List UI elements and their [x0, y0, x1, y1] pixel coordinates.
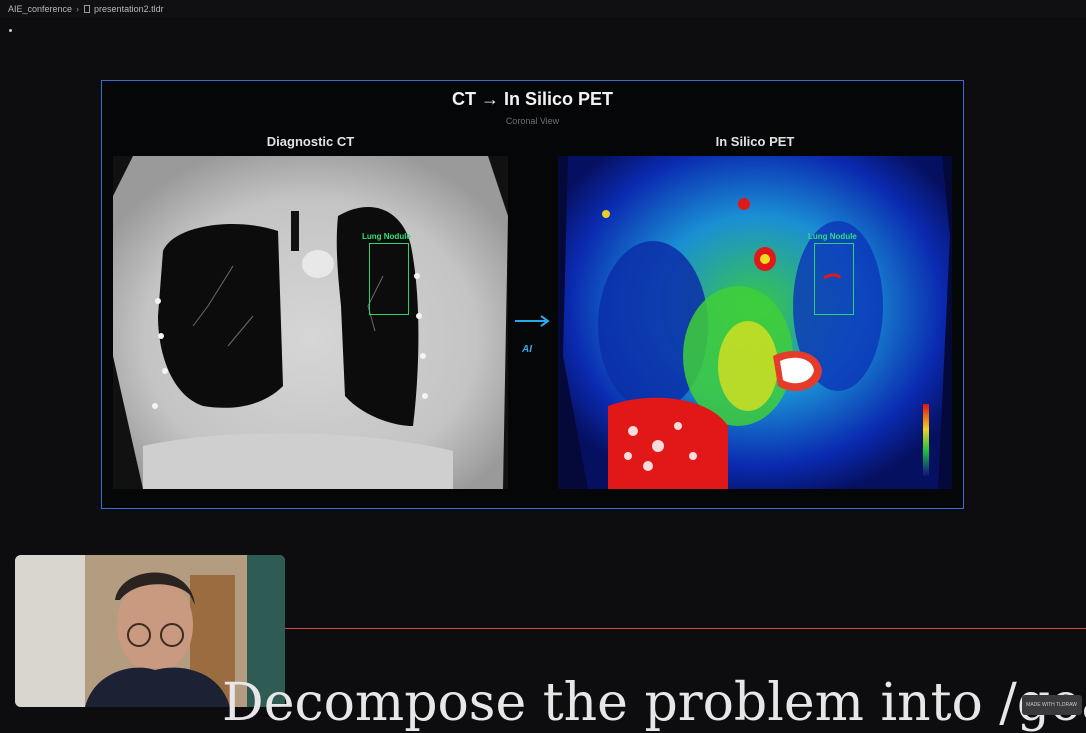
ai-label: AI	[522, 344, 532, 355]
chevron-right-icon: ›	[76, 3, 80, 14]
pet-image: Lung Nodule	[558, 156, 952, 489]
pet-nodule-label: Lung Nodule	[808, 232, 857, 241]
arrow-right-icon	[515, 315, 550, 327]
ct-image: Lung Nodule	[113, 156, 508, 489]
pet-nodule-box	[814, 243, 854, 315]
breadcrumb-file[interactable]: presentation2.tldr	[94, 4, 164, 14]
divider-line	[285, 628, 1086, 629]
canvas-dot	[9, 29, 12, 32]
slide-frame[interactable]: CT → In Silico PET Coronal View Diagnost…	[101, 80, 964, 509]
slide-subtitle: Coronal View	[505, 116, 560, 126]
caption-text[interactable]: Decompose the problem into /goal	[222, 673, 1086, 733]
ct-nodule-label: Lung Nodule	[362, 232, 411, 241]
ct-nodule-box	[369, 243, 409, 315]
slide-title: CT → In Silico PET	[451, 89, 613, 109]
breadcrumb: AIE_conference › presentation2.tldr	[0, 0, 1086, 17]
file-icon	[84, 4, 91, 13]
breadcrumb-folder[interactable]: AIE_conference	[8, 4, 72, 14]
pet-panel-title: In Silico PET	[715, 134, 795, 149]
ct-panel-title: Diagnostic CT	[266, 134, 355, 149]
tldraw-watermark[interactable]: MADE WITH TLDRAW	[1022, 695, 1082, 715]
